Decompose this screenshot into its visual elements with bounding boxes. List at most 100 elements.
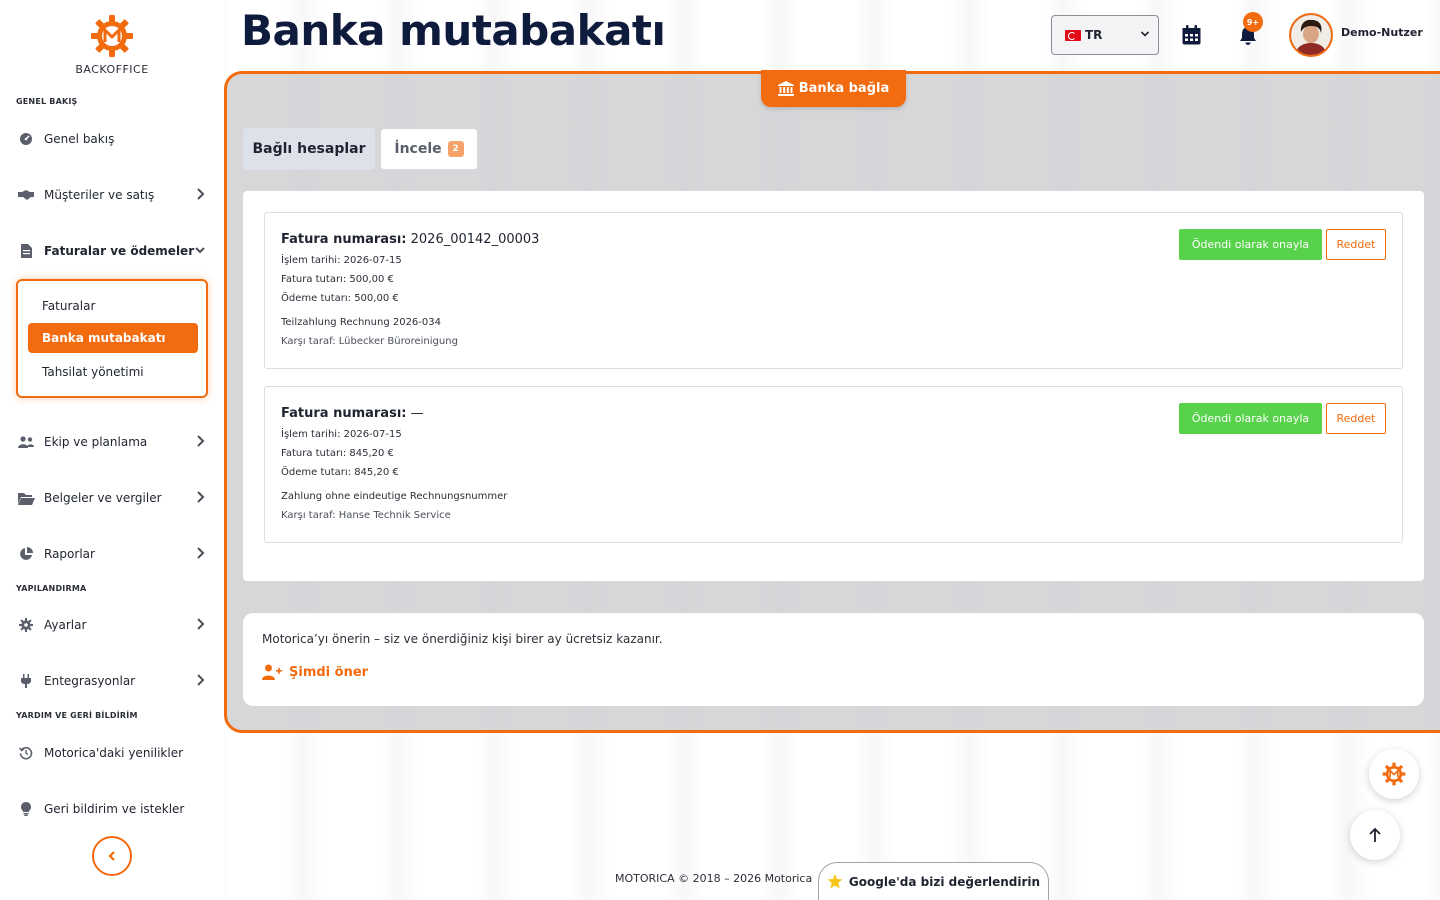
- calendar-icon[interactable]: [1182, 25, 1201, 45]
- invoice-amount: Fatura tutarı: 500,00 €: [281, 274, 394, 285]
- referral-banner: Motorica’yı önerin – siz ve önerdiğiniz …: [243, 613, 1424, 706]
- sidebar-item-team[interactable]: Ekip ve planlama: [16, 431, 210, 453]
- plug-icon: [16, 673, 36, 689]
- connect-bank-button[interactable]: Banka bağla: [761, 70, 906, 107]
- sidebar-item-label: Motorica'daki yenilikler: [44, 746, 184, 760]
- sidebar-item-settings[interactable]: Ayarlar: [16, 614, 210, 636]
- referral-message: Motorica’yı önerin – siz ve önerdiğiniz …: [262, 632, 663, 646]
- sidebar-item-label: Geri bildirim ve istekler: [44, 802, 185, 816]
- star-icon: [827, 874, 843, 889]
- avatar[interactable]: [1289, 13, 1333, 57]
- invoice-number-value: —: [410, 406, 424, 421]
- tab-linked-accounts[interactable]: Bağlı hesaplar: [243, 128, 375, 170]
- invoice-number: Fatura numarası: 2026_00142_00003: [281, 232, 539, 247]
- section-label-overview: GENEL BAKIŞ: [16, 97, 78, 106]
- payment-reference: Zahlung ohne eindeutige Rechnungsnummer: [281, 491, 508, 502]
- pie-chart-icon: [16, 546, 36, 562]
- scroll-to-top-button[interactable]: [1350, 810, 1400, 860]
- language-value: TR: [1085, 28, 1103, 42]
- transaction-card: Fatura numarası: — İşlem tarihi: 2026-07…: [264, 386, 1403, 543]
- turkey-flag-icon: [1065, 29, 1081, 41]
- sidebar-collapse-button[interactable]: [92, 836, 132, 876]
- notifications-badge: 9+: [1243, 12, 1263, 32]
- section-label-configuration: YAPILANDIRMA: [16, 584, 87, 593]
- chevron-right-icon: [197, 491, 205, 503]
- confirm-paid-button[interactable]: Ödendi olarak onayla: [1179, 403, 1322, 434]
- handshake-icon: [16, 187, 36, 203]
- submenu-item-invoices[interactable]: Faturalar: [28, 291, 198, 321]
- reject-button[interactable]: Reddet: [1326, 403, 1386, 434]
- tab-label: Bağlı hesaplar: [252, 141, 366, 157]
- refer-now-link[interactable]: Şimdi öner: [262, 664, 368, 680]
- invoice-number-label: Fatura numarası:: [281, 232, 407, 247]
- payment-amount: Ödeme tutarı: 845,20 €: [281, 467, 399, 478]
- sidebar-item-customers[interactable]: Müşteriler ve satış: [16, 184, 210, 206]
- chevron-right-icon: [197, 547, 205, 559]
- counterparty: Karşı taraf: Hanse Technik Service: [281, 510, 451, 521]
- payment-amount: Ödeme tutarı: 500,00 €: [281, 293, 399, 304]
- arrow-up-icon: [1369, 827, 1381, 842]
- transactions-panel: Fatura numarası: 2026_00142_00003 İşlem …: [243, 191, 1424, 581]
- sidebar-item-feedback[interactable]: Geri bildirim ve istekler: [16, 798, 210, 820]
- motorica-logo-icon: [1382, 762, 1406, 786]
- connect-bank-label: Banka bağla: [798, 81, 890, 96]
- submenu-item-collections[interactable]: Tahsilat yönetimi: [28, 357, 198, 387]
- folder-open-icon: [16, 490, 36, 506]
- transaction-date: İşlem tarihi: 2026-07-15: [281, 255, 402, 266]
- footer-copyright: MOTORICA © 2018 – 2026 Motorica: [615, 872, 813, 885]
- submenu-item-bank-reconciliation[interactable]: Banka mutabakatı: [28, 323, 198, 353]
- invoice-number-value: 2026_00142_00003: [410, 232, 540, 247]
- users-icon: [16, 434, 36, 450]
- sidebar-item-invoices[interactable]: Faturalar ve ödemeler: [16, 240, 210, 262]
- motorica-assistant-button[interactable]: [1369, 749, 1419, 799]
- invoice-number: Fatura numarası: —: [281, 406, 424, 421]
- user-photo-icon: [1291, 15, 1331, 55]
- sidebar-item-label: Belgeler ve vergiler: [44, 491, 162, 505]
- chevron-right-icon: [197, 188, 205, 200]
- counterparty: Karşı taraf: Lübecker Büroreinigung: [281, 336, 458, 347]
- motorica-logo-icon: [91, 15, 133, 57]
- bank-icon: [777, 81, 794, 96]
- sidebar-item-whats-new[interactable]: Motorica'daki yenilikler: [16, 742, 210, 764]
- sidebar-item-label: Müşteriler ve satış: [44, 188, 155, 202]
- sidebar-item-reports[interactable]: Raporlar: [16, 543, 210, 565]
- tab-label: İncele: [394, 141, 442, 157]
- sidebar-item-integrations[interactable]: Entegrasyonlar: [16, 670, 210, 692]
- chevron-right-icon: [197, 674, 205, 686]
- lightbulb-icon: [16, 801, 36, 817]
- invoice-icon: [16, 243, 36, 259]
- chevron-right-icon: [197, 435, 205, 447]
- refer-now-label: Şimdi öner: [289, 664, 369, 680]
- sidebar-item-label: Genel bakış: [44, 132, 115, 146]
- confirm-paid-button[interactable]: Ödendi olarak onayla: [1179, 229, 1322, 260]
- logo[interactable]: BACKOFFICE: [0, 12, 224, 76]
- chevron-right-icon: [197, 618, 205, 630]
- invoice-number-label: Fatura numarası:: [281, 406, 407, 421]
- transaction-card: Fatura numarası: 2026_00142_00003 İşlem …: [264, 212, 1403, 369]
- reject-button[interactable]: Reddet: [1326, 229, 1386, 260]
- history-icon: [16, 745, 36, 761]
- sidebar-item-documents[interactable]: Belgeler ve vergiler: [16, 487, 210, 509]
- sidebar-item-label: Entegrasyonlar: [44, 674, 136, 688]
- gear-icon: [16, 617, 36, 633]
- payment-reference: Teilzahlung Rechnung 2026-034: [281, 317, 441, 328]
- section-label-help: YARDIM VE GERİ BİLDİRİM: [16, 711, 138, 720]
- user-plus-icon: [262, 664, 282, 680]
- page-title: Banka mutabakatı: [241, 6, 666, 55]
- sidebar-item-label: Faturalar ve ödemeler: [44, 244, 195, 258]
- chevron-down-icon: [195, 247, 205, 254]
- sidebar: BACKOFFICE GENEL BAKIŞ Genel bakış Müşte…: [0, 0, 224, 900]
- google-rating-label: Google'da bizi değerlendirin: [848, 874, 1041, 889]
- user-name[interactable]: Demo-Nutzer: [1341, 26, 1423, 39]
- google-rating-button[interactable]: Google'da bizi değerlendirin: [818, 862, 1049, 900]
- invoice-amount: Fatura tutarı: 845,20 €: [281, 448, 394, 459]
- sidebar-item-overview[interactable]: Genel bakış: [16, 128, 210, 150]
- logo-text: BACKOFFICE: [75, 63, 149, 76]
- chevron-down-icon: [1140, 31, 1150, 37]
- transaction-date: İşlem tarihi: 2026-07-15: [281, 429, 402, 440]
- tab-review[interactable]: İncele 2: [380, 128, 478, 170]
- language-select[interactable]: TR: [1051, 15, 1159, 55]
- sidebar-item-label: Ayarlar: [44, 618, 87, 632]
- gauge-icon: [16, 131, 36, 147]
- chevron-left-icon: [108, 851, 115, 861]
